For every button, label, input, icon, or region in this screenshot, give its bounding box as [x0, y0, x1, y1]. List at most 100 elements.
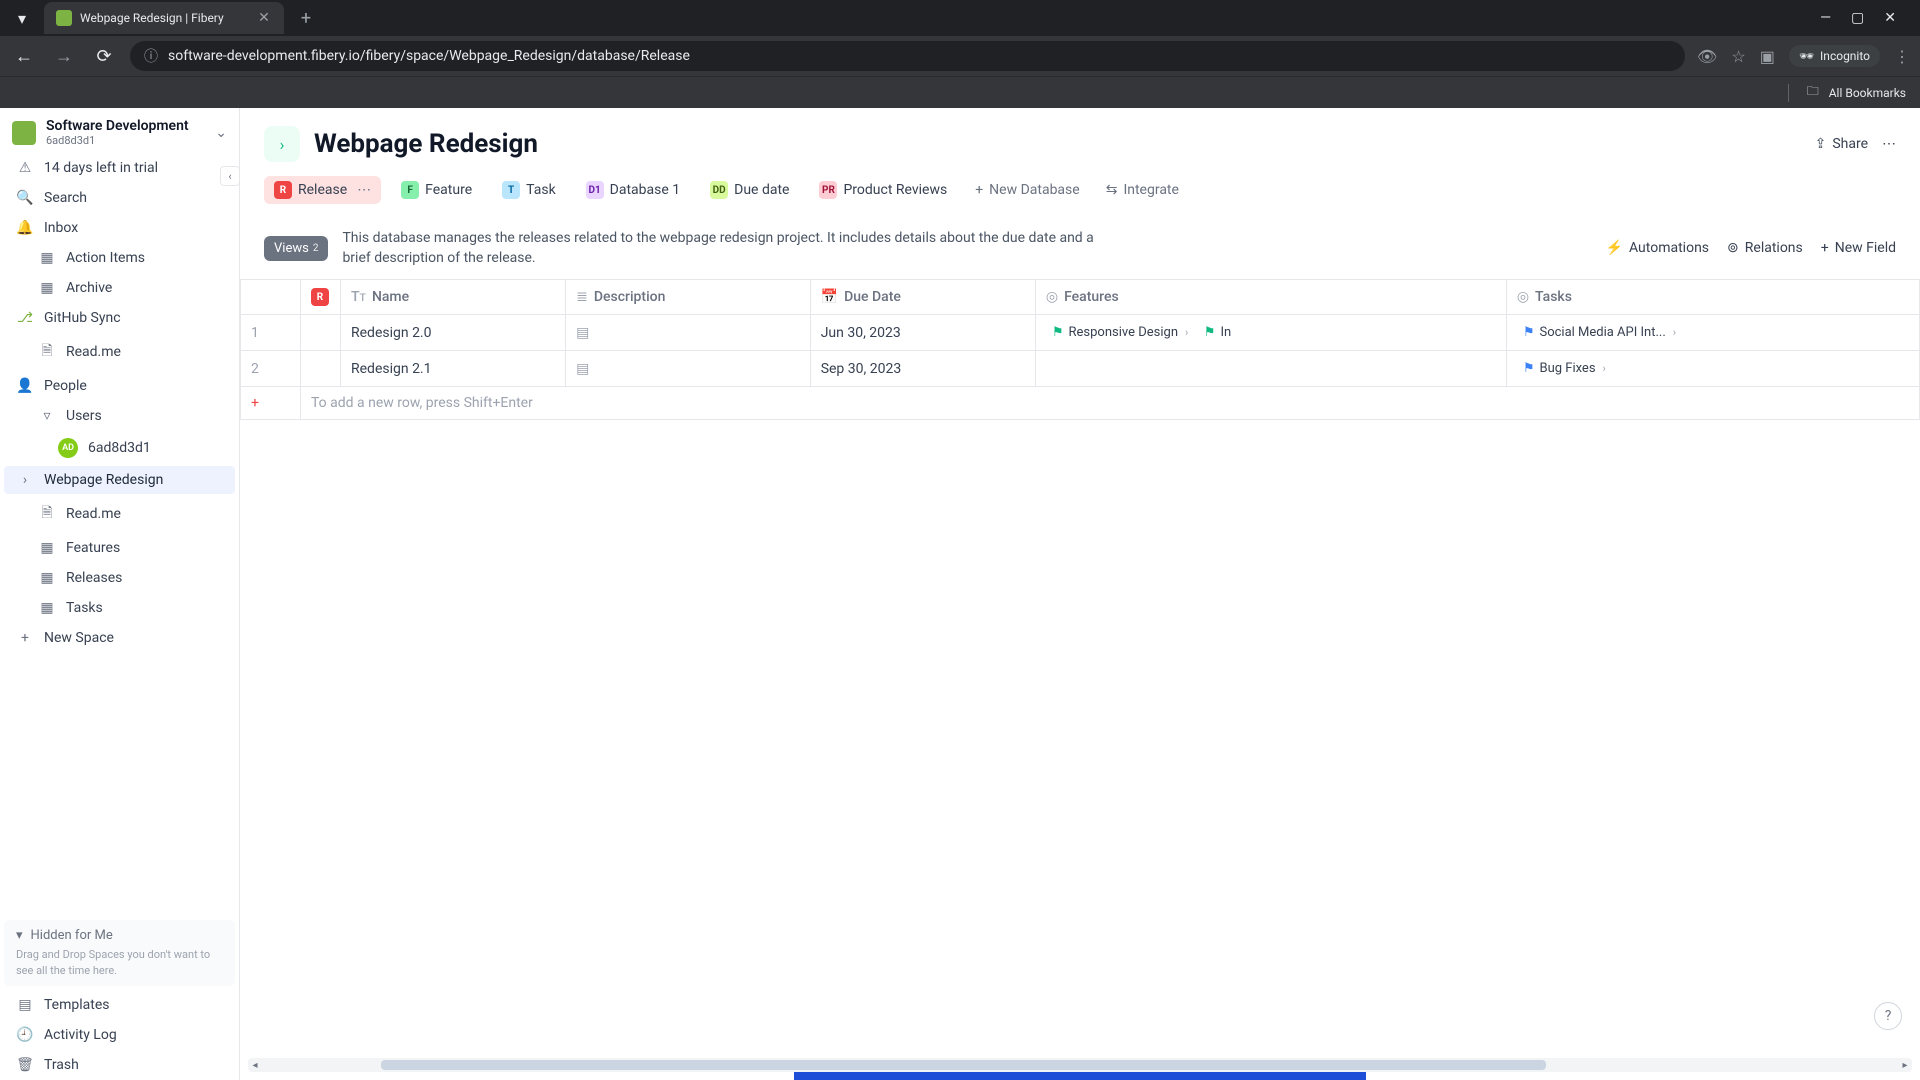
horizontal-scrollbar[interactable]: ◂ ▸ [248, 1058, 1912, 1072]
hidden-for-me-section[interactable]: ▾ Hidden for Me Drag and Drop Spaces you… [4, 920, 235, 986]
scroll-left-icon[interactable]: ◂ [248, 1058, 262, 1072]
share-button[interactable]: ⇪ Share [1815, 136, 1868, 152]
new-tab-button[interactable]: + [292, 4, 320, 32]
scroll-right-icon[interactable]: ▸ [1898, 1058, 1912, 1072]
collapse-sidebar-button[interactable]: ‹ [220, 166, 240, 186]
integrate-button[interactable]: ⇆ Integrate [1098, 177, 1187, 203]
db-tab-product-reviews[interactable]: PR Product Reviews [809, 176, 957, 204]
relations-button[interactable]: ⊚ Relations [1727, 240, 1803, 256]
sidebar-item-webpage-redesign[interactable]: › Webpage Redesign [4, 466, 235, 494]
chevron-right-icon: › [1673, 326, 1676, 339]
close-tab-icon[interactable]: ✕ [256, 10, 272, 26]
cell-features[interactable] [1035, 351, 1506, 387]
relations-icon: ⊚ [1727, 240, 1739, 256]
forward-button[interactable]: → [50, 42, 78, 70]
templates-link[interactable]: ▤ Templates [4, 991, 235, 1019]
db-tab-due-date[interactable]: DD Due date [700, 176, 799, 204]
col-description-header[interactable]: ≣Description [566, 279, 811, 315]
incognito-badge[interactable]: 🕶 Incognito [1789, 45, 1880, 67]
col-due-label: Due Date [844, 289, 901, 305]
database-description: This database manages the releases relat… [342, 228, 1122, 269]
table-row[interactable]: 1 Redesign 2.0 ▤ Jun 30, 2023 ⚑Responsiv… [241, 315, 1920, 351]
release-badge-icon: R [311, 288, 329, 306]
sidebar-item-features[interactable]: ▦ Features [4, 534, 235, 562]
feature-chip[interactable]: ⚑Responsive Design› [1046, 323, 1194, 342]
browser-tab[interactable]: Webpage Redesign | Fibery ✕ [44, 2, 284, 34]
site-info-icon[interactable]: ⓘ [144, 46, 158, 66]
search-button[interactable]: 🔍 Search [4, 184, 235, 212]
sidebar-item-github-sync[interactable]: ⎇ GitHub Sync [4, 304, 235, 332]
new-space-button[interactable]: + New Space [4, 624, 235, 652]
all-bookmarks-link[interactable]: All Bookmarks [1829, 86, 1906, 100]
views-button[interactable]: Views 2 [264, 236, 328, 261]
plus-icon: + [251, 395, 259, 411]
sidebar-item-archive[interactable]: ▦ Archive [4, 274, 235, 302]
warning-icon: ⚠ [16, 160, 34, 176]
col-due-date-header[interactable]: 📅Due Date [810, 279, 1035, 315]
chevron-right-icon: › [1603, 362, 1606, 375]
sidebar-item-people[interactable]: 👤 People [4, 372, 235, 400]
col-tasks-header[interactable]: ◎Tasks [1506, 279, 1919, 315]
add-row-hint: To add a new row, press Shift+Enter [301, 387, 1920, 420]
release-badge-icon: R [274, 181, 292, 199]
sidebar-item-user[interactable]: AD 6ad8d3d1 [4, 432, 235, 464]
db-tab-more-icon[interactable]: ⋯ [357, 182, 371, 198]
cell-name[interactable]: Redesign 2.1 [341, 351, 566, 387]
cell-description[interactable]: ▤ [566, 351, 811, 387]
incognito-icon: 🕶 [1799, 49, 1814, 63]
add-row[interactable]: + To add a new row, press Shift+Enter [241, 387, 1920, 420]
eye-off-icon[interactable]: 👁 [1697, 47, 1717, 66]
pr-badge-icon: PR [819, 181, 837, 199]
sidebar-item-readme-1[interactable]: 🗎 Read.me [4, 334, 235, 370]
db-tab-task[interactable]: T Task [492, 176, 566, 204]
sidebar-item-releases[interactable]: ▦ Releases [4, 564, 235, 592]
kebab-menu-icon[interactable]: ⋮ [1894, 47, 1910, 66]
feature-chip[interactable]: ⚑In [1198, 323, 1237, 342]
cell-features[interactable]: ⚑Responsive Design› ⚑In [1035, 315, 1506, 351]
table-row[interactable]: 2 Redesign 2.1 ▤ Sep 30, 2023 ⚑Bug Fixes… [241, 351, 1920, 387]
col-name-header[interactable]: TᴛName [341, 279, 566, 315]
github-icon: ⎇ [16, 310, 34, 326]
new-field-label: New Field [1835, 240, 1896, 256]
sidebar-item-readme-2[interactable]: 🗎 Read.me [4, 496, 235, 532]
sidebar-item-action-items[interactable]: ▦ Action Items [4, 244, 235, 272]
cell-tasks[interactable]: ⚑Bug Fixes› [1506, 351, 1919, 387]
sidebar-item-users[interactable]: ▿ Users [4, 402, 235, 430]
inbox-link[interactable]: 🔔 Inbox [4, 214, 235, 242]
db-tab-release[interactable]: R Release ⋯ [264, 176, 381, 204]
cell-due-date[interactable]: Sep 30, 2023 [810, 351, 1035, 387]
col-features-header[interactable]: ◎Features [1035, 279, 1506, 315]
task-chip[interactable]: ⚑Bug Fixes› [1517, 359, 1612, 378]
sidebar-item-tasks[interactable]: ▦ Tasks [4, 594, 235, 622]
cell-description[interactable]: ▤ [566, 315, 811, 351]
automations-button[interactable]: ⚡ Automations [1606, 240, 1709, 256]
activity-log-link[interactable]: 🕘 Activity Log [4, 1021, 235, 1049]
tab-menu-button[interactable]: ▾ [8, 4, 36, 32]
trial-banner[interactable]: ⚠ 14 days left in trial [4, 154, 235, 182]
reload-button[interactable]: ⟳ [90, 42, 118, 70]
cell-due-date[interactable]: Jun 30, 2023 [810, 315, 1035, 351]
workspace-switcher[interactable]: Software Development 6ad8d3d1 ⌄ [0, 108, 239, 153]
maximize-icon[interactable]: ▢ [1851, 10, 1864, 26]
back-button[interactable]: ← [10, 42, 38, 70]
address-bar[interactable]: ⓘ software-development.fibery.io/fibery/… [130, 41, 1685, 71]
db-tab-database1[interactable]: D1 Database 1 [576, 176, 690, 204]
help-button[interactable]: ? [1874, 1002, 1902, 1030]
scroll-thumb[interactable] [381, 1060, 1546, 1070]
trash-link[interactable]: 🗑 Trash [4, 1051, 235, 1079]
task-chip[interactable]: ⚑Social Media API Int...› [1517, 323, 1682, 342]
more-menu-icon[interactable]: ⋯ [1882, 136, 1896, 152]
row-number: 2 [241, 351, 301, 387]
new-field-button[interactable]: + New Field [1821, 240, 1896, 256]
expand-space-button[interactable]: › [264, 126, 300, 162]
cell-tasks[interactable]: ⚑Social Media API Int...› [1506, 315, 1919, 351]
close-window-icon[interactable]: ✕ [1884, 10, 1896, 26]
grid-icon: ▦ [38, 570, 56, 586]
panel-icon[interactable]: ▣ [1760, 47, 1775, 66]
db-tab-feature[interactable]: F Feature [391, 176, 482, 204]
new-database-button[interactable]: + New Database [967, 177, 1087, 203]
db-tab-database1-label: Database 1 [610, 182, 680, 198]
bookmark-star-icon[interactable]: ☆ [1731, 47, 1745, 66]
minimize-icon[interactable]: — [1820, 10, 1831, 26]
cell-name[interactable]: Redesign 2.0 [341, 315, 566, 351]
